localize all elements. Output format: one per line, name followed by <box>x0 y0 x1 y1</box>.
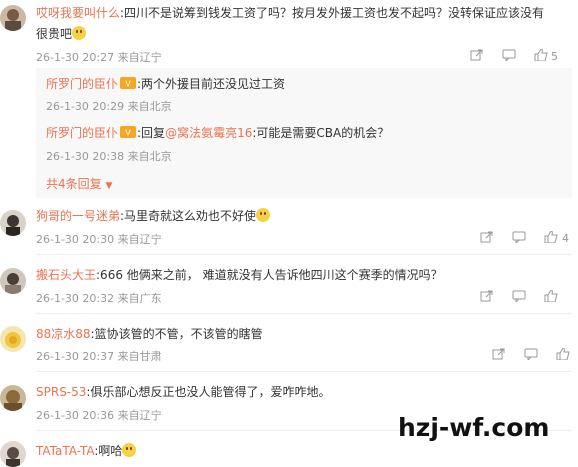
comment-icon[interactable] <box>512 290 526 305</box>
member-badge-icon: V <box>120 76 137 89</box>
more-replies-link[interactable]: 共4条回复 ▼ <box>46 175 112 192</box>
emoji-icon <box>72 26 87 40</box>
avatar[interactable] <box>0 210 26 236</box>
reply-username[interactable]: 所罗门的臣仆 <box>46 126 118 140</box>
like-count: 4 <box>562 232 569 245</box>
comment-actions <box>480 289 562 305</box>
comment-icon[interactable] <box>524 348 538 363</box>
comment-actions: 5 <box>470 48 558 64</box>
comment-timestamp: 26-1-30 20:37 来自甘肃 <box>36 350 162 363</box>
comment-username[interactable]: SPRS-53 <box>36 385 86 399</box>
mention-link[interactable]: @窝法氨霉亮16 <box>165 126 252 140</box>
avatar[interactable] <box>0 441 26 467</box>
member-badge-icon: V <box>120 125 137 138</box>
comment-username[interactable]: 哎呀我要叫什么 <box>36 6 120 20</box>
divider <box>36 313 572 314</box>
avatar[interactable] <box>0 326 26 352</box>
comment-actions <box>492 347 570 363</box>
share-icon[interactable] <box>470 49 484 64</box>
avatar[interactable] <box>0 5 26 31</box>
comment-text: SPRS-53:俱乐部心想反正也没人能管得了，爱咋咋地。 <box>36 385 331 399</box>
comment-icon[interactable] <box>512 231 526 246</box>
watermark-text: hzj-wf.com <box>398 413 550 442</box>
comment-actions: 4 <box>480 230 569 246</box>
reply-text: 所罗门的臣仆 V:两个外援目前还没见过工资 <box>46 76 286 91</box>
svg-text:V: V <box>125 80 131 89</box>
share-icon[interactable] <box>480 231 494 246</box>
chevron-down-icon: ▼ <box>105 181 113 191</box>
comment-timestamp: 26-1-30 20:36 来自辽宁 <box>36 409 162 422</box>
divider <box>36 371 572 372</box>
comment-text: TATaTA-TA:啊哈 <box>36 442 137 460</box>
like-icon[interactable] <box>556 347 570 363</box>
comment-username[interactable]: TATaTA-TA <box>36 444 94 458</box>
share-icon[interactable] <box>492 348 506 363</box>
comment-text: 88凉水88:篮协该管的不管，不该管的瞎管 <box>36 327 263 341</box>
comment-icon[interactable] <box>502 49 516 64</box>
like-icon[interactable] <box>544 230 558 246</box>
reply-username[interactable]: 所罗门的臣仆 <box>46 77 118 91</box>
comment-text: 搬石头大王:666 他俩来之前， 难道就没有人告诉他四川这个赛季的情况吗？ <box>36 268 443 282</box>
comment-username[interactable]: 88凉水88 <box>36 327 91 341</box>
avatar[interactable] <box>0 385 26 411</box>
emoji-icon <box>256 208 271 222</box>
reply-timestamp: 26-1-30 20:29 来自北京 <box>46 100 172 113</box>
reply-text: 所罗门的臣仆 V:回复@窝法氨霉亮16:可能是需要CBA的机会？ <box>46 125 390 140</box>
like-icon[interactable] <box>534 48 548 64</box>
reply-timestamp: 26-1-30 20:38 来自北京 <box>46 150 172 163</box>
comment-timestamp: 26-1-30 20:27 来自辽宁 <box>36 51 162 64</box>
comment-timestamp: 26-1-30 20:32 来自广东 <box>36 292 162 305</box>
divider <box>36 254 572 255</box>
comment-timestamp: 26-1-30 20:30 来自辽宁 <box>36 233 162 246</box>
comment-username[interactable]: 狗哥的一号迷弟 <box>36 209 120 223</box>
emoji-icon <box>122 443 137 457</box>
comment-username[interactable]: 搬石头大王 <box>36 268 96 282</box>
share-icon[interactable] <box>480 290 494 305</box>
like-icon[interactable] <box>544 289 558 305</box>
comment-text: 哎呀我要叫什么:四川不是说筹到钱发工资了吗？按月发外援工资也发不起吗？没转保证应… <box>36 6 545 20</box>
like-count: 5 <box>551 50 558 63</box>
avatar[interactable] <box>0 268 26 294</box>
comment-text-continued: 很贵吧 <box>36 25 87 43</box>
svg-text:V: V <box>125 129 131 138</box>
comment-text: 狗哥的一号迷弟:马里奇就这么劝也不好使 <box>36 207 271 225</box>
